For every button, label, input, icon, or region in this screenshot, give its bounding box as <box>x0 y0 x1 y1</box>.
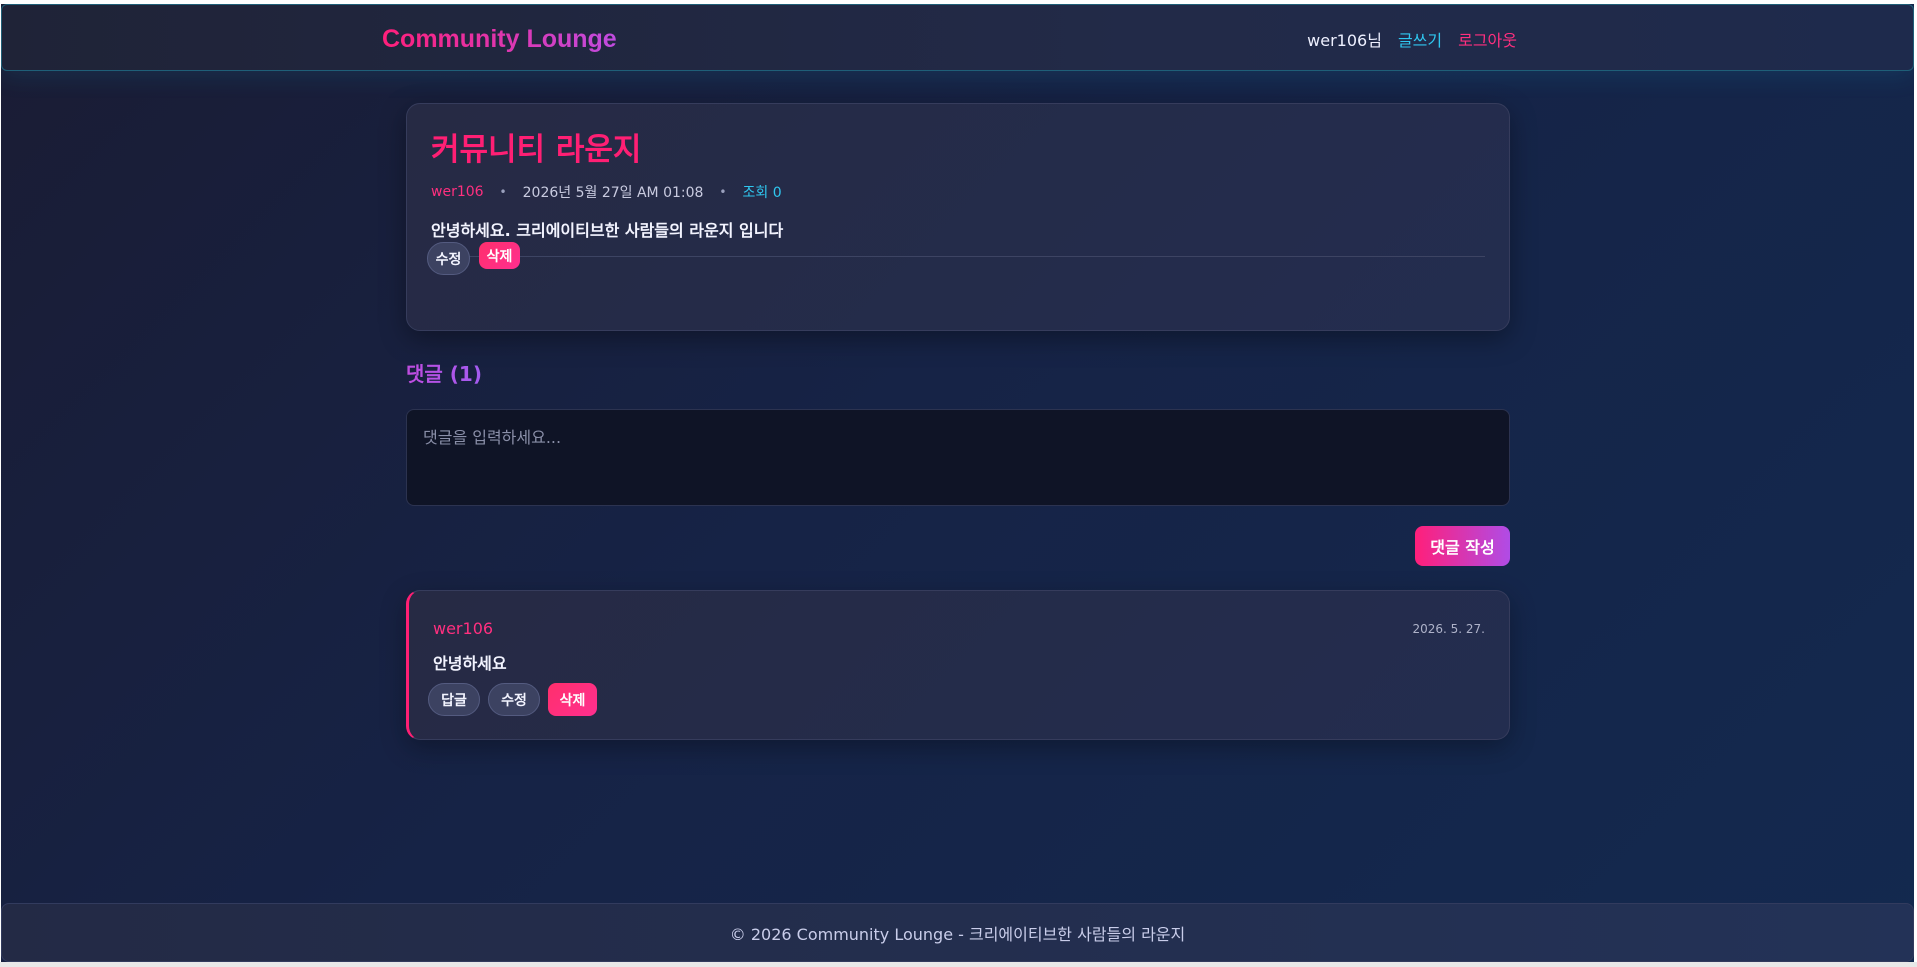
edit-post-button[interactable]: 수정 <box>427 242 470 275</box>
reply-comment-button[interactable]: 답글 <box>428 683 480 716</box>
comment-date: 2026. 5. 27. <box>1412 622 1485 636</box>
edit-comment-button[interactable]: 수정 <box>488 683 540 716</box>
post-body: 안녕하세요. 크리에이티브한 사람들의 라운지 입니다 <box>431 221 784 240</box>
comment-input[interactable] <box>406 409 1510 506</box>
write-post-link[interactable]: 글쓰기 <box>1398 27 1442 51</box>
post-author: wer106 <box>431 184 484 200</box>
post-meta: wer106 • 2026년 5월 27일 AM 01:08 • 조회 0 <box>431 182 782 202</box>
comment-body: 안녕하세요 <box>433 654 507 673</box>
footer-text: © 2026 Community Lounge - 크리에이티브한 사람들의 라… <box>729 924 1186 944</box>
post-date: 2026년 5월 27일 AM 01:08 <box>522 185 704 201</box>
comment-item: wer106 2026. 5. 27. 안녕하세요 답글 수정 삭제 <box>406 590 1510 740</box>
page-frame: Community Lounge wer106님 글쓰기 로그아웃 커뮤니티 라… <box>1 4 1914 966</box>
delete-comment-button[interactable]: 삭제 <box>548 683 597 716</box>
comments-heading: 댓글 (1) <box>406 358 482 387</box>
comment-author: wer106 <box>433 619 494 638</box>
submit-comment-button[interactable]: 댓글 작성 <box>1415 526 1510 566</box>
post-title: 커뮤니티 라운지 <box>431 132 642 168</box>
meta-separator-dot: • <box>499 185 507 199</box>
window-bottom-edge <box>0 962 1917 967</box>
delete-post-button[interactable]: 삭제 <box>479 242 520 269</box>
logout-link[interactable]: 로그아웃 <box>1458 27 1517 51</box>
current-user-label: wer106님 <box>1307 31 1382 50</box>
brand-logo[interactable]: Community Lounge <box>382 25 617 54</box>
post-views: 조회 0 <box>742 185 782 201</box>
user-nav: wer106님 글쓰기 로그아웃 <box>1307 27 1517 51</box>
post-card: 커뮤니티 라운지 wer106 • 2026년 5월 27일 AM 01:08 … <box>406 103 1510 331</box>
top-navbar: Community Lounge wer106님 글쓰기 로그아웃 <box>1 4 1914 71</box>
meta-separator-dot: • <box>719 185 727 199</box>
page-footer: © 2026 Community Lounge - 크리에이티브한 사람들의 라… <box>1 903 1914 962</box>
post-divider <box>431 256 1485 257</box>
